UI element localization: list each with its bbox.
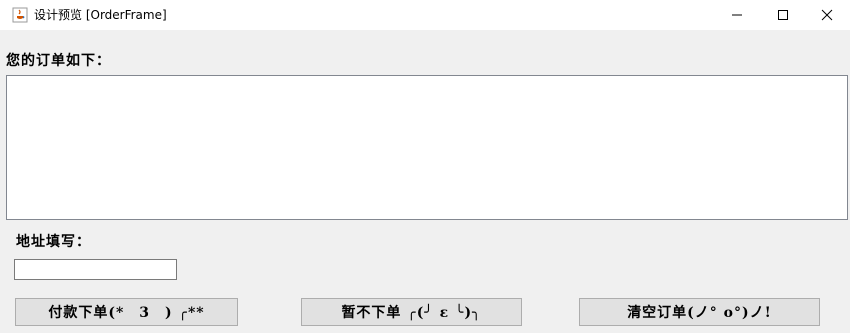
order-frame-window: 设计预览 [OrderFrame] 您的订单如下： 地址填写： 付款下单(* 3… <box>0 0 850 333</box>
order-later-button[interactable]: 暂不下单 ╭(╯ ε ╰)╮ <box>301 298 522 326</box>
maximize-icon <box>777 6 789 25</box>
maximize-button[interactable] <box>760 0 806 30</box>
order-text-area[interactable] <box>6 75 848 220</box>
close-icon <box>821 6 833 25</box>
address-label: 地址填写： <box>16 234 91 250</box>
close-button[interactable] <box>804 0 850 30</box>
clear-order-button[interactable]: 清空订单(ノ° o°)ノ! <box>579 298 820 326</box>
minimize-icon <box>731 6 743 25</box>
minimize-button[interactable] <box>714 0 760 30</box>
order-label: 您的订单如下： <box>6 53 111 69</box>
pay-order-button[interactable]: 付款下单(* 3 ) ╭** <box>15 298 238 326</box>
address-input[interactable] <box>14 259 177 280</box>
java-coffee-icon <box>12 7 28 23</box>
title-bar[interactable]: 设计预览 [OrderFrame] <box>0 0 850 30</box>
window-title: 设计预览 [OrderFrame] <box>34 8 167 22</box>
